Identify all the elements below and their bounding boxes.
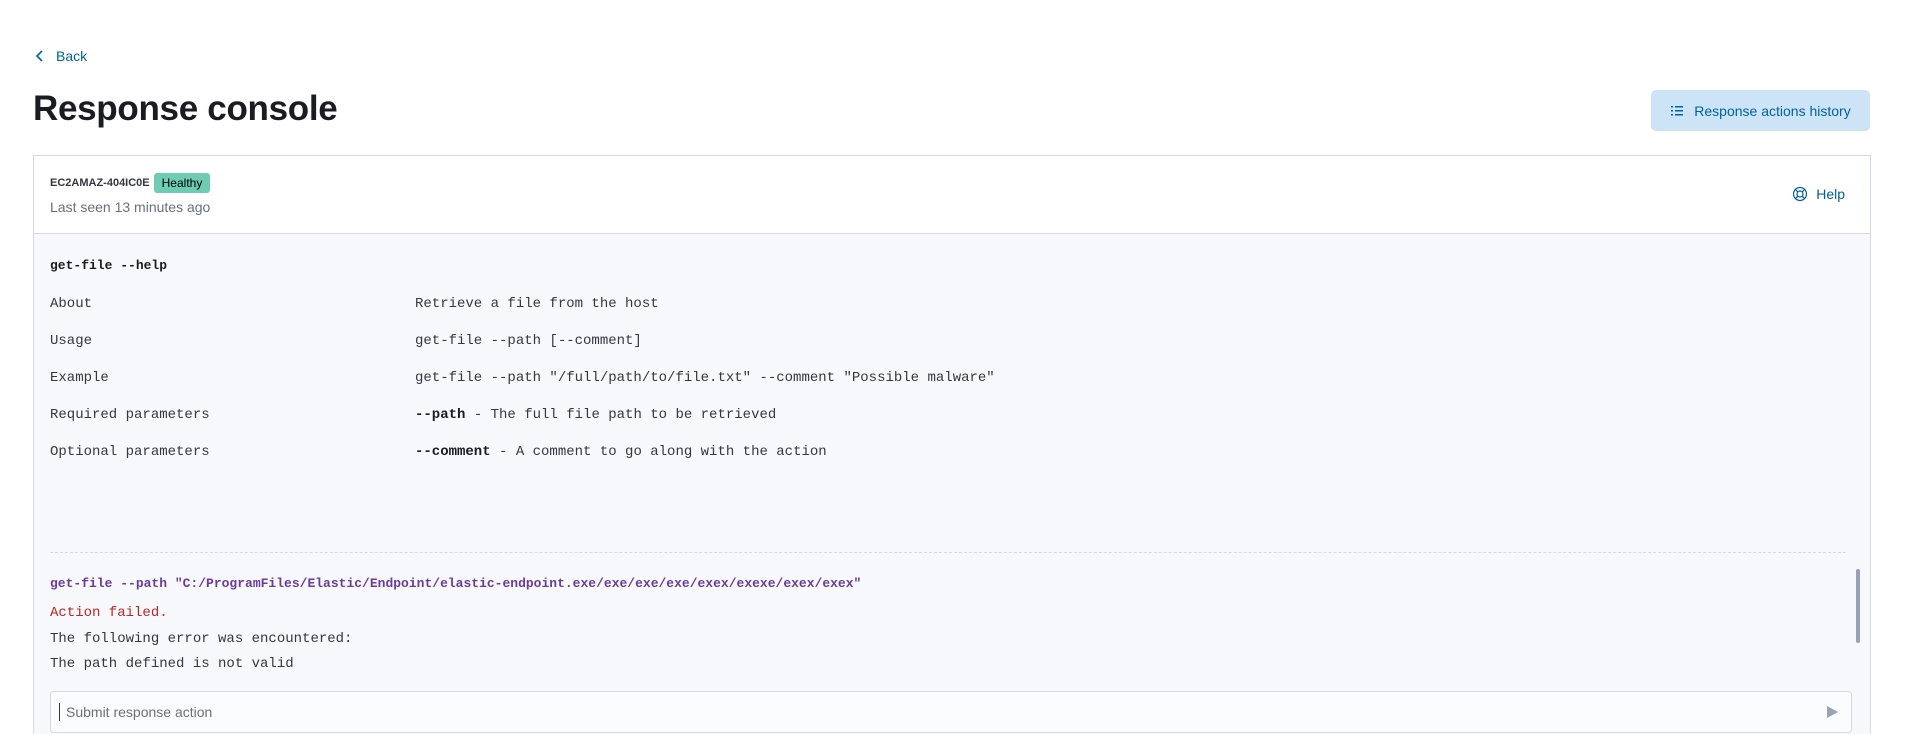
help-row-label: About [50,296,93,312]
help-row-value: --comment - A comment to go along with t… [415,444,827,460]
param-description: - A comment to go along with the action [490,444,827,460]
help-row-value: get-file --path "/full/path/to/file.txt"… [415,370,995,386]
response-console-panel: EC2AMAZ-404IC0E Healthy Last seen 13 min… [33,155,1871,734]
page-title: Response console [33,89,338,128]
help-row-about: About Retrieve a file from the host [50,296,659,312]
status-badge: Healthy [153,173,211,193]
help-row-value: Retrieve a file from the host [415,296,659,312]
output-divider [50,552,1846,553]
list-icon [1671,105,1684,115]
executed-command: get-file --path "C:/ProgramFiles/Elastic… [50,576,862,591]
error-message-line: The following error was encountered: [50,631,353,647]
help-command: get-file --help [50,258,168,273]
error-message-line: The path defined is not valid [50,656,294,672]
help-row-value: --path - The full file path to be retrie… [415,407,776,423]
help-row-required: Required parameters --path - The full fi… [50,407,776,423]
help-row-label: Example [50,370,109,386]
host-info: EC2AMAZ-404IC0E Healthy [50,173,211,193]
host-name: EC2AMAZ-404IC0E [50,177,150,189]
param-description: - The full file path to be retrieved [465,407,777,423]
arrow-left-icon [35,50,43,62]
help-lifebuoy-icon [1793,186,1808,202]
help-row-label: Usage [50,333,93,349]
command-input-box[interactable] [50,691,1852,733]
param-flag: --path [415,407,466,423]
help-row-label: Optional parameters [50,444,210,460]
back-label: Back [56,48,88,64]
command-input[interactable] [51,692,1811,732]
help-row-label: Required parameters [50,407,210,423]
error-title: Action failed. [50,605,168,621]
help-row-value: get-file --path [--comment] [415,333,642,349]
help-label: Help [1816,186,1845,202]
help-button[interactable]: Help [1792,186,1845,202]
param-flag: --comment [415,444,491,460]
back-link[interactable]: Back [34,48,87,64]
history-label: Response actions history [1694,102,1851,119]
play-icon[interactable] [1825,705,1839,719]
help-row-example: Example get-file --path "/full/path/to/f… [50,370,995,386]
console-output[interactable]: get-file --help About Retrieve a file fr… [34,234,1870,734]
console-header: EC2AMAZ-404IC0E Healthy Last seen 13 min… [34,156,1870,234]
last-seen-text: Last seen 13 minutes ago [50,199,211,215]
help-row-optional: Optional parameters --comment - A commen… [50,444,827,460]
help-row-usage: Usage get-file --path [--comment] [50,333,642,349]
console-scrollbar[interactable] [1856,569,1860,643]
response-actions-history-button[interactable]: Response actions history [1651,90,1870,131]
